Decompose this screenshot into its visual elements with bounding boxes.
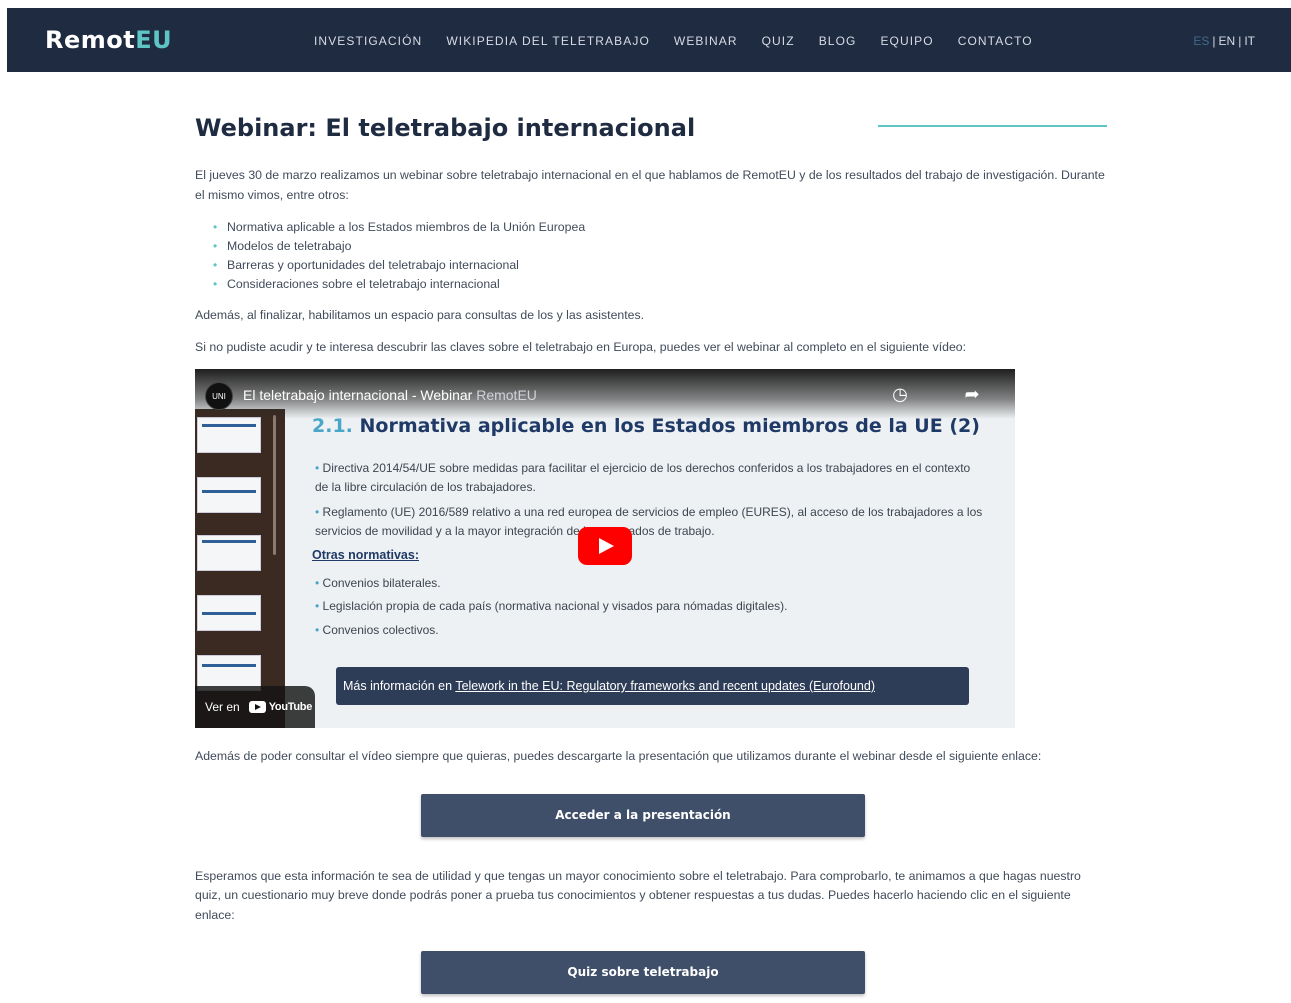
logo-text-eu: EU <box>135 26 173 54</box>
slide-thumbnail <box>197 595 261 631</box>
video-title-bar: UNI El teletrabajo internacional - Webin… <box>195 369 1015 419</box>
list-item: Consideraciones sobre el teletrabajo int… <box>213 275 1107 294</box>
bullet-dot-icon: • <box>315 623 323 637</box>
slide-bullet: • Convenios bilaterales. <box>315 576 441 590</box>
list-item: Barreras y oportunidades del teletrabajo… <box>213 256 1107 275</box>
youtube-video-embed[interactable]: 2.1. Normativa aplicable en los Estados … <box>195 369 1015 728</box>
nav-item-webinar[interactable]: WEBINAR <box>674 33 738 49</box>
eurofound-link: Telework in the EU: Regulatory framework… <box>455 679 875 693</box>
main-content: Webinar: El teletrabajo internacional El… <box>195 108 1107 994</box>
slide-thumbnail <box>197 477 261 513</box>
presentation-button[interactable]: Acceder a la presentación <box>421 793 865 837</box>
logo-text-remot: Remot <box>45 26 136 54</box>
share-icon[interactable]: ➦ <box>957 379 987 409</box>
video-title[interactable]: El teletrabajo internacional - Webinar R… <box>243 385 537 405</box>
lang-separator: | <box>1238 34 1242 48</box>
slide-bullet: • Directiva 2014/54/UE sobre medidas par… <box>315 461 971 494</box>
nav-item-quiz[interactable]: QUIZ <box>762 33 795 49</box>
topics-list: Normativa aplicable a los Estados miembr… <box>213 218 1107 294</box>
slide-subheading: Otras normativas: <box>312 548 419 562</box>
video-intro-paragraph: Si no pudiste acudir y te interesa descu… <box>195 339 967 354</box>
slide-bullet: • Convenios colectivos. <box>315 623 439 637</box>
list-item: Normativa aplicable a los Estados miembr… <box>213 218 1107 237</box>
lang-separator: | <box>1212 34 1216 48</box>
consultas-paragraph: Además, al finalizar, habilitamos un esp… <box>195 308 645 322</box>
page-title: Webinar: El teletrabajo internacional <box>195 114 696 142</box>
nav-item-wikipedia[interactable]: WIKIPEDIA DEL TELETRABAJO <box>446 33 650 49</box>
lang-it[interactable]: IT <box>1244 34 1255 48</box>
lang-en[interactable]: EN <box>1219 34 1236 48</box>
nav-item-equipo[interactable]: EQUIPO <box>880 33 933 49</box>
watch-on-youtube-button[interactable]: Ver en YouTube <box>195 686 315 728</box>
watch-later-icon[interactable]: ◷ <box>885 379 915 409</box>
slide-thumbnail <box>197 417 261 453</box>
lang-es[interactable]: ES <box>1193 34 1209 48</box>
watch-on-label: Ver en <box>205 700 240 714</box>
site-header: RemotEU INVESTIGACIÓN WIKIPEDIA DEL TELE… <box>7 8 1291 72</box>
play-button[interactable] <box>578 527 632 565</box>
channel-avatar[interactable]: UNI <box>205 382 233 410</box>
slide-thumbnails-panel <box>195 409 285 728</box>
youtube-logo: YouTube <box>248 701 312 713</box>
youtube-play-icon <box>248 701 266 713</box>
list-item: Modelos de teletrabajo <box>213 237 1107 256</box>
intro-paragraph: El jueves 30 de marzo realizamos un webi… <box>195 168 1105 202</box>
download-paragraph: Además de poder consultar el vídeo siemp… <box>195 749 1042 763</box>
site-logo[interactable]: RemotEU <box>45 26 172 54</box>
language-switcher: ES | EN | IT <box>1193 33 1255 49</box>
main-nav: INVESTIGACIÓN WIKIPEDIA DEL TELETRABAJO … <box>314 33 1057 49</box>
title-row: Webinar: El teletrabajo internacional <box>195 108 1107 148</box>
slide-bullet: • Reglamento (UE) 2016/589 relativo a un… <box>315 505 983 538</box>
slide-info-box: Más información en Telework in the EU: R… <box>336 667 969 705</box>
bullet-dot-icon: • <box>315 576 323 590</box>
slide-thumbnail <box>197 535 261 571</box>
quiz-button[interactable]: Quiz sobre teletrabajo <box>421 951 865 994</box>
presentation-slide: 2.1. Normativa aplicable en los Estados … <box>285 409 1015 728</box>
bullet-dot-icon: • <box>315 505 323 519</box>
slide-bullet: • Legislación propia de cada país (norma… <box>315 599 788 613</box>
title-divider <box>878 125 1107 127</box>
nav-item-investigacion[interactable]: INVESTIGACIÓN <box>314 33 422 49</box>
bullet-dot-icon: • <box>315 599 323 613</box>
nav-item-blog[interactable]: BLOG <box>819 33 857 49</box>
bullet-dot-icon: • <box>315 461 323 475</box>
thumbnails-scrollbar <box>273 415 276 555</box>
nav-item-contacto[interactable]: CONTACTO <box>958 33 1033 49</box>
quiz-paragraph: Esperamos que esta información te sea de… <box>195 868 1081 922</box>
